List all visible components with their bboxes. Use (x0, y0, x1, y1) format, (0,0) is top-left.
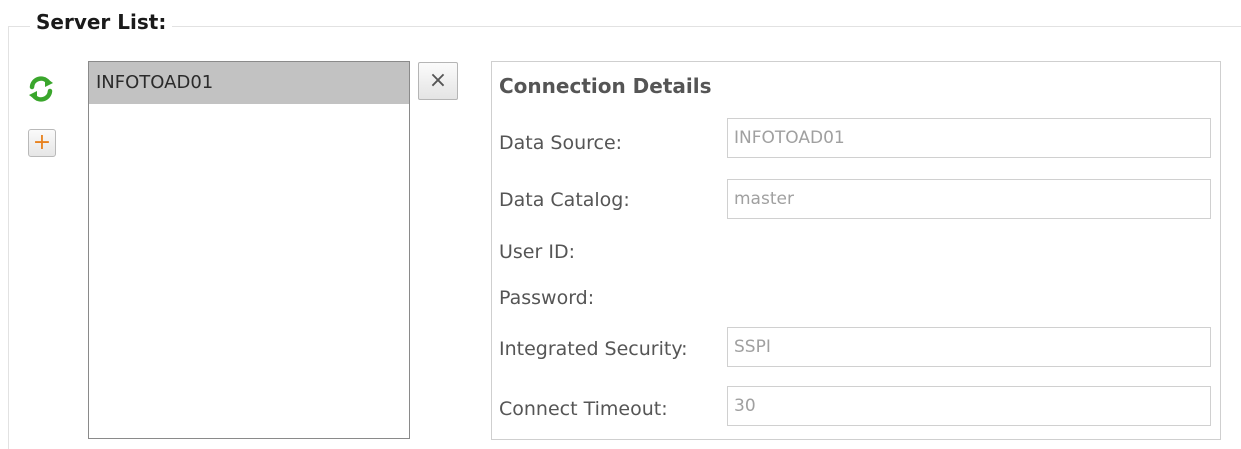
connection-details-panel: Connection Details Data Source: Data Cat… (491, 61, 1221, 440)
server-list[interactable]: INFOTOAD01 (88, 61, 410, 439)
add-server-button[interactable]: + (28, 129, 56, 157)
password-label: Password: (499, 287, 595, 309)
refresh-button[interactable] (26, 74, 56, 104)
server-list-item[interactable]: INFOTOAD01 (89, 62, 409, 104)
delete-server-button[interactable]: × (418, 62, 458, 100)
connection-details-title: Connection Details (499, 74, 712, 98)
user-id-label: User ID: (499, 241, 575, 263)
connect-timeout-field[interactable] (727, 386, 1211, 426)
integrated-security-field[interactable] (727, 327, 1211, 367)
plus-icon: + (32, 130, 52, 155)
data-catalog-field[interactable] (727, 179, 1211, 219)
data-catalog-label: Data Catalog: (499, 189, 630, 211)
close-icon: × (428, 68, 448, 93)
server-list-panel: Server List: + INFOTOAD01 × Connection D… (0, 0, 1241, 449)
refresh-arrows-icon (29, 76, 53, 102)
connect-timeout-label: Connect Timeout: (499, 398, 668, 420)
data-source-label: Data Source: (499, 132, 623, 154)
data-source-field[interactable] (727, 118, 1211, 158)
group-title: Server List: (30, 8, 173, 36)
integrated-security-label: Integrated Security: (499, 338, 688, 360)
